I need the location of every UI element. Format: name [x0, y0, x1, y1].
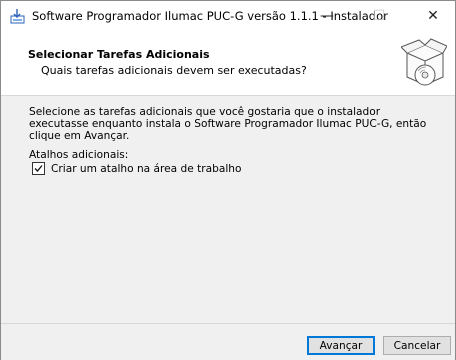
install-box-cd-icon: [401, 38, 447, 86]
maximize-icon: ☐: [372, 8, 386, 24]
wizard-footer: Avançar Cancelar: [1, 323, 455, 360]
next-button[interactable]: Avançar: [307, 336, 375, 355]
checkmark-icon: [34, 165, 43, 172]
installer-window: Software Programador Ilumac PUC-G versão…: [0, 0, 456, 360]
page-subtitle: Quais tarefas adicionais devem ser execu…: [41, 64, 307, 77]
desktop-shortcut-label[interactable]: Criar um atalho na área de trabalho: [51, 163, 242, 175]
cancel-button[interactable]: Cancelar: [383, 336, 451, 355]
wizard-content: Selecione as tarefas adicionais que você…: [1, 96, 455, 323]
description-text: Selecione as tarefas adicionais que você…: [29, 106, 427, 142]
close-icon: ✕: [427, 8, 439, 24]
title-bar[interactable]: Software Programador Ilumac PUC-G versão…: [1, 1, 455, 31]
shortcuts-group-label: Atalhos adicionais:: [29, 149, 129, 161]
wizard-header: Selecionar Tarefas Adicionais Quais tare…: [1, 31, 455, 96]
task-desktop-shortcut[interactable]: Criar um atalho na área de trabalho: [32, 162, 242, 175]
page-title: Selecionar Tarefas Adicionais: [28, 48, 210, 61]
close-button[interactable]: ✕: [411, 1, 455, 31]
maximize-button: ☐: [357, 1, 401, 31]
minimize-button[interactable]: —: [305, 1, 349, 31]
installer-icon: [10, 9, 25, 24]
desktop-shortcut-checkbox[interactable]: [32, 162, 45, 175]
minimize-icon: —: [320, 8, 334, 24]
